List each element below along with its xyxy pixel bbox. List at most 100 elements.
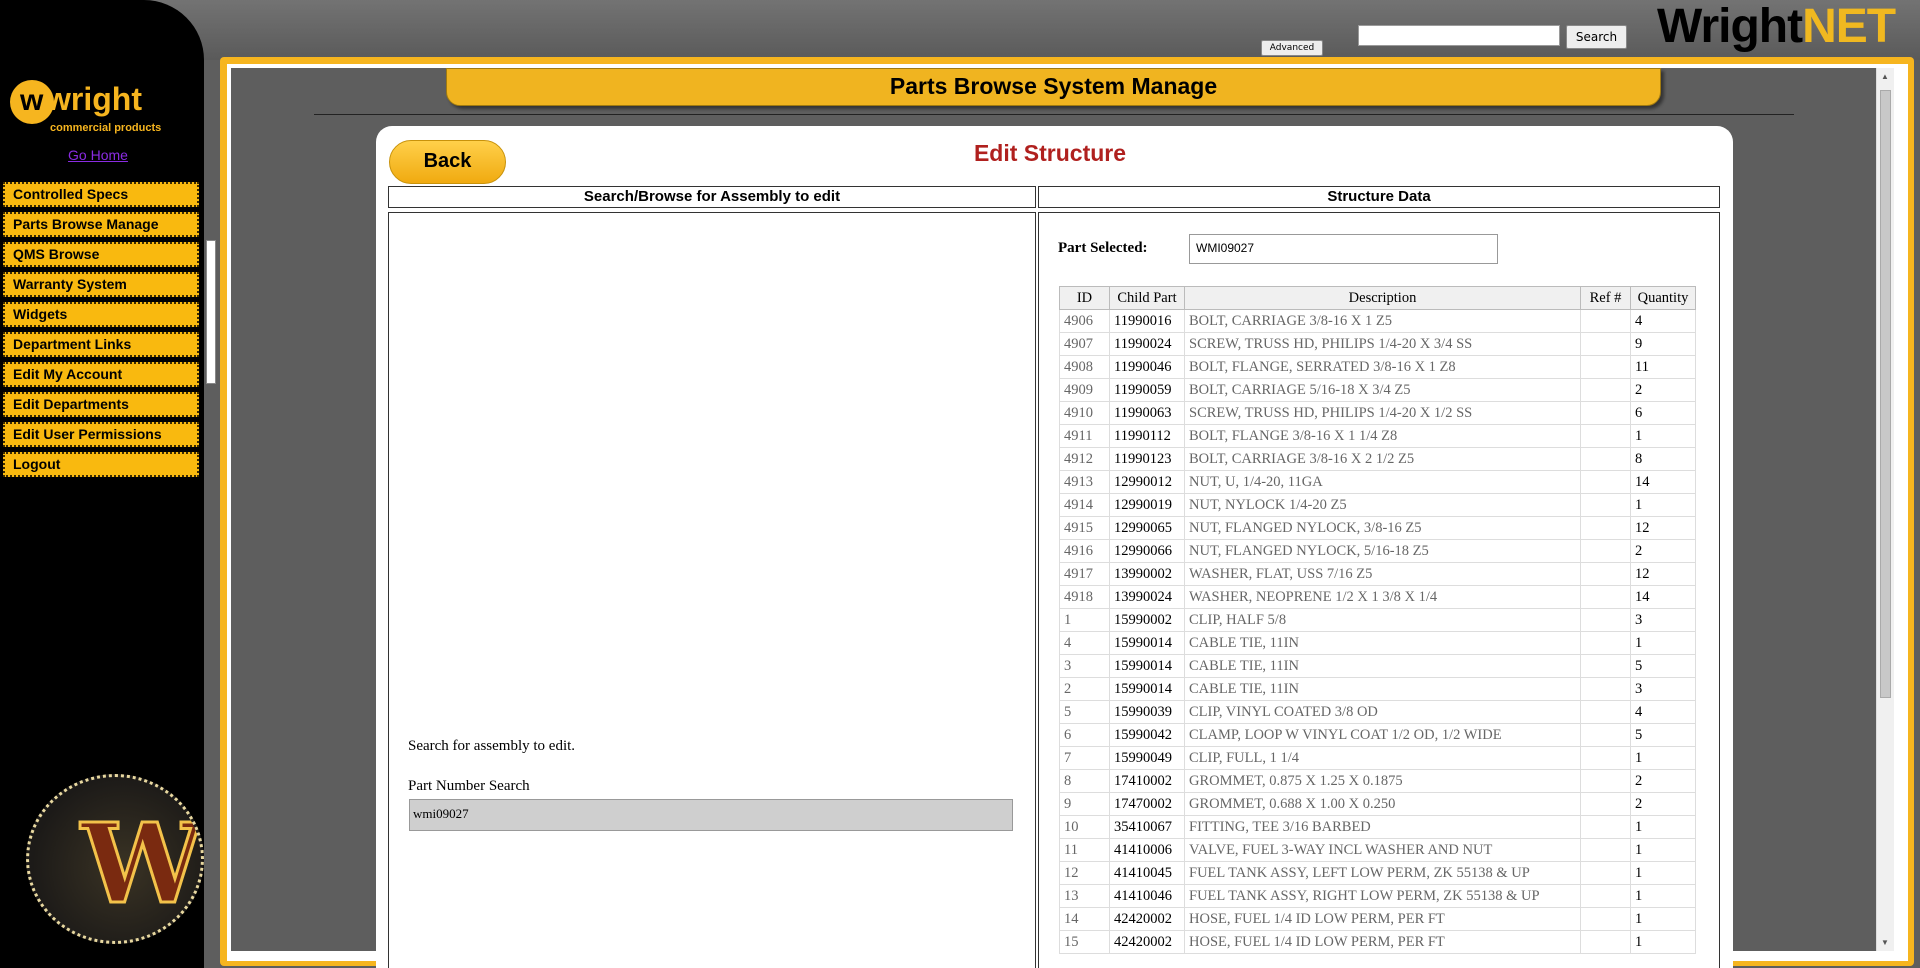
table-row[interactable]: 4908 11990046 BOLT, FLANGE, SERRATED 3/8-1… — [1059, 355, 1696, 379]
table-row[interactable]: 4918 13990024 WASHER, NEOPRENE 1/2 X 1 3/8… — [1059, 585, 1696, 609]
table-row[interactable]: 15 42420002 HOSE, FUEL 1/4 ID LOW PERM, PE… — [1059, 930, 1696, 954]
cell-description: BOLT, FLANGE, SERRATED 3/8-16 X 1 Z8 — [1184, 355, 1581, 379]
sidebar-item-edit-user-permissions[interactable]: Edit User Permissions — [3, 422, 199, 447]
scroll-up-arrow-icon[interactable]: ▲ — [1881, 72, 1889, 81]
sidebar-item-parts-browse-manage[interactable]: Parts Browse Manage — [3, 212, 199, 237]
table-row[interactable]: 4915 12990065 NUT, FLANGED NYLOCK, 3/8-16 … — [1059, 516, 1696, 540]
search-column-heading: Search/Browse for Assembly to edit — [388, 186, 1036, 208]
cell-description: CLIP, FULL, 1 1/4 — [1184, 746, 1581, 770]
table-row[interactable]: 4913 12990012 NUT, U, 1/4-20, 11GA 14 — [1059, 470, 1696, 494]
sidebar-item-controlled-specs[interactable]: Controlled Specs — [3, 182, 199, 207]
cell-description: WASHER, FLAT, USS 7/16 Z5 — [1184, 562, 1581, 586]
cell-child-part: 15990039 — [1109, 700, 1185, 724]
go-home-link[interactable]: Go Home — [0, 147, 196, 163]
table-row[interactable]: 4 15990014 CABLE TIE, 11IN 1 — [1059, 631, 1696, 655]
sidebar-item-qms-browse[interactable]: QMS Browse — [3, 242, 199, 267]
cell-ref — [1580, 746, 1631, 770]
cell-id: 4907 — [1059, 332, 1110, 356]
table-row[interactable]: 12 41410045 FUEL TANK ASSY, LEFT LOW PERM,… — [1059, 861, 1696, 885]
table-row[interactable]: 8 17410002 GROMMET, 0.875 X 1.25 X 0.1875 2 — [1059, 769, 1696, 793]
sidebar-item-edit-departments[interactable]: Edit Departments — [3, 392, 199, 417]
table-row[interactable]: 4910 11990063 SCREW, TRUSS HD, PHILIPS 1/4… — [1059, 401, 1696, 425]
table-header-row: ID Child Part Description Ref # Quantity — [1059, 286, 1696, 310]
cell-id: 4911 — [1059, 424, 1110, 448]
cell-description: CLAMP, LOOP W VINYL COAT 1/2 OD, 1/2 WID… — [1184, 723, 1581, 747]
cell-id: 7 — [1059, 746, 1110, 770]
brand-logo: WrightNET — [1657, 0, 1896, 54]
advanced-search-button[interactable]: Advanced — [1261, 40, 1323, 56]
cell-ref — [1580, 654, 1631, 678]
column-header-quantity[interactable]: Quantity — [1630, 286, 1696, 310]
cell-ref — [1580, 424, 1631, 448]
cell-id: 9 — [1059, 792, 1110, 816]
cell-ref — [1580, 378, 1631, 402]
column-header-description[interactable]: Description — [1184, 286, 1581, 310]
cell-quantity: 12 — [1630, 562, 1696, 586]
cell-child-part: 12990012 — [1109, 470, 1185, 494]
sidebar-item-widgets[interactable]: Widgets — [3, 302, 199, 327]
sidebar-item-warranty-system[interactable]: Warranty System — [3, 272, 199, 297]
cell-child-part: 12990019 — [1109, 493, 1185, 517]
search-input[interactable] — [1358, 25, 1560, 46]
title-divider — [314, 114, 1794, 115]
table-row[interactable]: 14 42420002 HOSE, FUEL 1/4 ID LOW PERM, PE… — [1059, 907, 1696, 931]
table-row[interactable]: 13 41410046 FUEL TANK ASSY, RIGHT LOW PERM… — [1059, 884, 1696, 908]
search-button[interactable]: Search — [1566, 25, 1627, 49]
table-row[interactable]: 10 35410067 FITTING, TEE 3/16 BARBED 1 — [1059, 815, 1696, 839]
page-title: Parts Browse System Manage — [446, 68, 1661, 106]
column-header-ref[interactable]: Ref # — [1580, 286, 1631, 310]
cell-child-part: 41410006 — [1109, 838, 1185, 862]
table-row[interactable]: 4909 11990059 BOLT, CARRIAGE 5/16-18 X 3/4… — [1059, 378, 1696, 402]
cell-ref — [1580, 723, 1631, 747]
table-row[interactable]: 6 15990042 CLAMP, LOOP W VINYL COAT 1/2 OD… — [1059, 723, 1696, 747]
structure-column-heading: Structure Data — [1038, 186, 1720, 208]
cell-child-part: 15990042 — [1109, 723, 1185, 747]
cell-child-part: 15990014 — [1109, 631, 1185, 655]
cell-description: GROMMET, 0.688 X 1.00 X 0.250 — [1184, 792, 1581, 816]
sidebar-nav: Controlled Specs Parts Browse Manage QMS… — [3, 182, 199, 482]
part-number-search-input[interactable]: wmi09027 — [409, 799, 1013, 831]
back-button[interactable]: Back — [389, 140, 506, 184]
table-row[interactable]: 4906 11990016 BOLT, CARRIAGE 3/8-16 X 1 Z5… — [1059, 309, 1696, 333]
cell-description: HOSE, FUEL 1/4 ID LOW PERM, PER FT — [1184, 907, 1581, 931]
cell-ref — [1580, 792, 1631, 816]
table-row[interactable]: 2 15990014 CABLE TIE, 11IN 3 — [1059, 677, 1696, 701]
cell-ref — [1580, 769, 1631, 793]
cell-description: SCREW, TRUSS HD, PHILIPS 1/4-20 X 3/4 SS — [1184, 332, 1581, 356]
part-selected-field[interactable]: WMI09027 — [1189, 234, 1498, 264]
cell-quantity: 2 — [1630, 378, 1696, 402]
table-row[interactable]: 4907 11990024 SCREW, TRUSS HD, PHILIPS 1/4… — [1059, 332, 1696, 356]
table-row[interactable]: 4917 13990002 WASHER, FLAT, USS 7/16 Z5 12 — [1059, 562, 1696, 586]
vertical-scrollbar[interactable]: ▲ ▼ — [1876, 68, 1894, 951]
table-row[interactable]: 4916 12990066 NUT, FLANGED NYLOCK, 5/16-18… — [1059, 539, 1696, 563]
sidebar-scrollbar[interactable] — [206, 240, 216, 384]
cell-description: CABLE TIE, 11IN — [1184, 677, 1581, 701]
cell-child-part: 15990002 — [1109, 608, 1185, 632]
column-header-id[interactable]: ID — [1059, 286, 1110, 310]
scrollbar-thumb[interactable] — [1880, 90, 1891, 698]
sidebar-item-department-links[interactable]: Department Links — [3, 332, 199, 357]
cell-child-part: 41410046 — [1109, 884, 1185, 908]
sidebar-item-logout[interactable]: Logout — [3, 452, 199, 477]
cell-child-part: 12990066 — [1109, 539, 1185, 563]
table-row[interactable]: 4912 11990123 BOLT, CARRIAGE 3/8-16 X 2 1/… — [1059, 447, 1696, 471]
cell-id: 2 — [1059, 677, 1110, 701]
column-header-child-part[interactable]: Child Part — [1109, 286, 1185, 310]
cell-id: 4918 — [1059, 585, 1110, 609]
cell-child-part: 17410002 — [1109, 769, 1185, 793]
edit-structure-title: Edit Structure — [973, 140, 1127, 166]
cell-description: WASHER, NEOPRENE 1/2 X 1 3/8 X 1/4 — [1184, 585, 1581, 609]
sidebar-item-edit-my-account[interactable]: Edit My Account — [3, 362, 199, 387]
table-row[interactable]: 3 15990014 CABLE TIE, 11IN 5 — [1059, 654, 1696, 678]
table-row[interactable]: 11 41410006 VALVE, FUEL 3-WAY INCL WASHER … — [1059, 838, 1696, 862]
table-row[interactable]: 9 17470002 GROMMET, 0.688 X 1.00 X 0.250 2 — [1059, 792, 1696, 816]
cell-description: BOLT, CARRIAGE 3/8-16 X 1 Z5 — [1184, 309, 1581, 333]
table-row[interactable]: 4911 11990112 BOLT, FLANGE 3/8-16 X 1 1/4 … — [1059, 424, 1696, 448]
table-row[interactable]: 5 15990039 CLIP, VINYL COATED 3/8 OD 4 — [1059, 700, 1696, 724]
search-column-body — [388, 212, 1036, 968]
table-row[interactable]: 4914 12990019 NUT, NYLOCK 1/4-20 Z5 1 — [1059, 493, 1696, 517]
table-row[interactable]: 7 15990049 CLIP, FULL, 1 1/4 1 — [1059, 746, 1696, 770]
scroll-down-arrow-icon[interactable]: ▼ — [1881, 938, 1889, 947]
cell-description: FITTING, TEE 3/16 BARBED — [1184, 815, 1581, 839]
table-row[interactable]: 1 15990002 CLIP, HALF 5/8 3 — [1059, 608, 1696, 632]
